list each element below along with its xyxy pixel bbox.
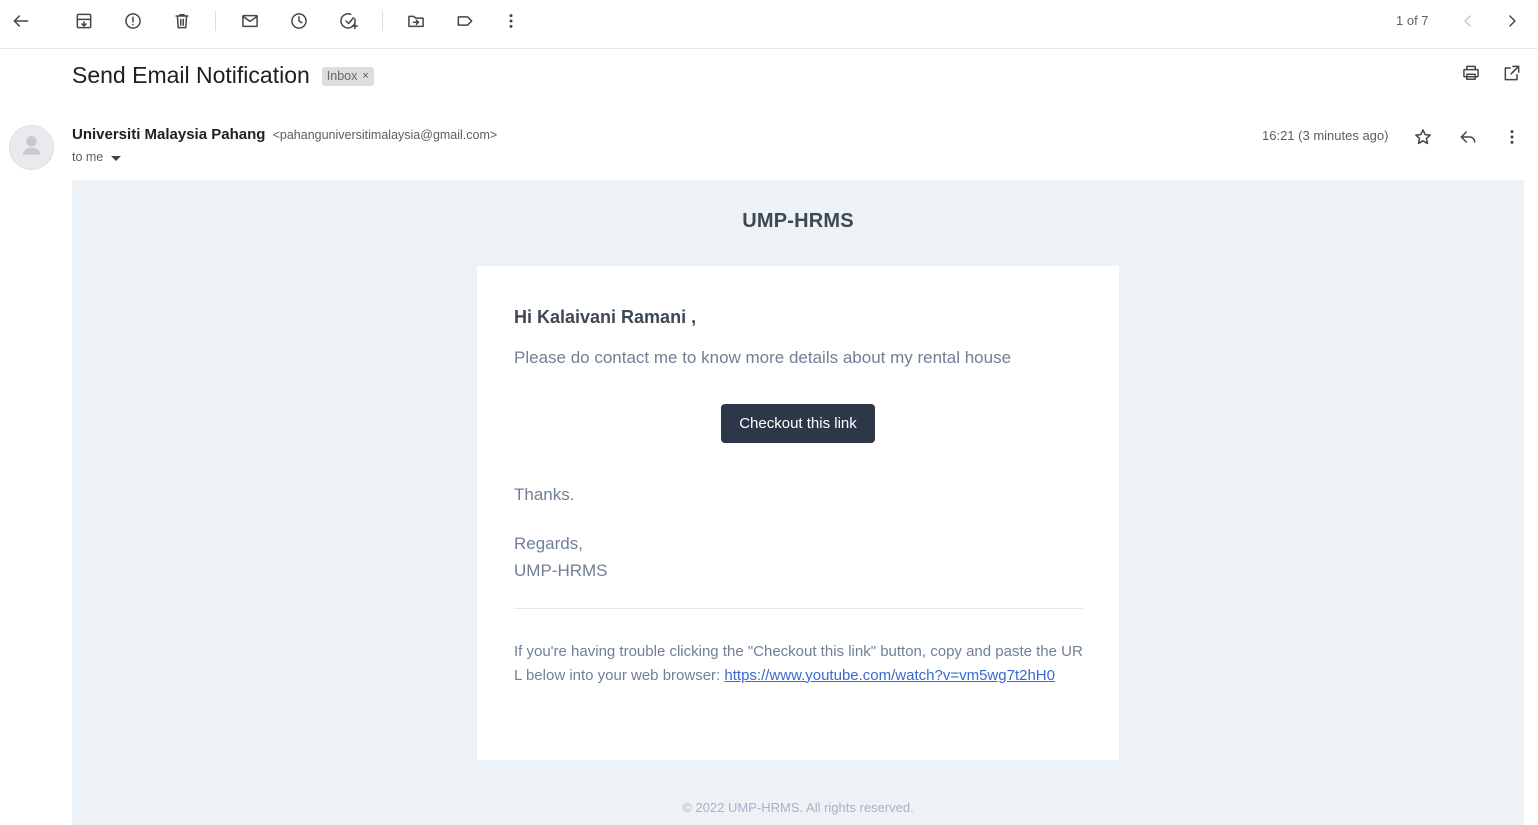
label-chip-text: Inbox <box>326 69 358 83</box>
delete-icon[interactable] <box>165 4 199 38</box>
sender-line: Universiti Malaysia Pahang <pahanguniver… <box>72 126 497 143</box>
email-subject: Send Email Notification <box>72 62 310 88</box>
intro-line: Please do contact me to know more detail… <box>514 348 1012 367</box>
older-chevron-right-icon[interactable] <box>1495 4 1529 38</box>
caret-down-icon[interactable] <box>111 155 122 161</box>
sender-name[interactable]: Universiti Malaysia Pahang <box>72 126 265 143</box>
default-avatar-icon <box>22 135 41 155</box>
fallback-url-link[interactable]: https://www.youtube.com/watch?v=vm5wg7t2… <box>724 667 1055 684</box>
sender-email: <pahanguniversitimalaysia@gmail.com> <box>272 128 498 142</box>
email-footer: © 2022 UMP-HRMS. All rights reserved. <box>682 800 914 815</box>
back-arrow-icon[interactable] <box>4 4 38 38</box>
email-timestamp: 16:21 (3 minutes ago) <box>1262 128 1389 143</box>
star-icon[interactable] <box>1411 125 1435 149</box>
checkout-link-button[interactable]: Checkout this link <box>721 404 875 443</box>
toolbar-divider <box>215 11 216 31</box>
open-in-new-window-icon[interactable] <box>1502 63 1522 88</box>
reply-icon[interactable] <box>1456 125 1480 149</box>
inbox-label-chip[interactable]: Inbox × <box>321 67 374 86</box>
email-body: UMP-HRMS Hi Kalaivani Ramani , Please do… <box>72 180 1524 825</box>
toolbar-divider <box>382 11 383 31</box>
labels-icon[interactable] <box>448 4 482 38</box>
pagination-count: 1 of 7 <box>1396 13 1429 28</box>
add-to-tasks-icon[interactable] <box>332 4 366 38</box>
remove-label-icon[interactable]: × <box>362 70 368 82</box>
email-content-card: Hi Kalaivani Ramani , Please do contact … <box>477 266 1119 760</box>
more-vert-icon[interactable] <box>494 4 528 38</box>
greeting: Hi Kalaivani Ramani , <box>514 307 697 327</box>
brand-header[interactable]: UMP-HRMS <box>72 210 1524 233</box>
signature-text: UMP-HRMS <box>514 561 608 580</box>
more-options-icon[interactable] <box>1500 125 1524 149</box>
avatar <box>9 125 54 170</box>
regards-text: Regards, <box>514 534 583 553</box>
recipient-label: to me <box>72 150 104 164</box>
subcopy: If you're having trouble clicking the "C… <box>514 640 1083 687</box>
print-icon[interactable] <box>1461 63 1481 88</box>
subject-row: Send Email Notification Inbox × <box>72 62 374 89</box>
divider <box>514 608 1083 609</box>
snooze-icon[interactable] <box>282 4 316 38</box>
archive-icon[interactable] <box>67 4 101 38</box>
newer-chevron-left-icon[interactable] <box>1451 4 1485 38</box>
signoff: Regards, UMP-HRMS <box>514 530 608 584</box>
report-spam-icon[interactable] <box>116 4 150 38</box>
recipient-details-toggle[interactable]: to me <box>72 150 122 164</box>
mark-unread-icon[interactable] <box>233 4 267 38</box>
thanks-text: Thanks. <box>514 485 575 504</box>
toolbar: 1 of 7 <box>0 0 1538 49</box>
move-to-icon[interactable] <box>399 4 433 38</box>
